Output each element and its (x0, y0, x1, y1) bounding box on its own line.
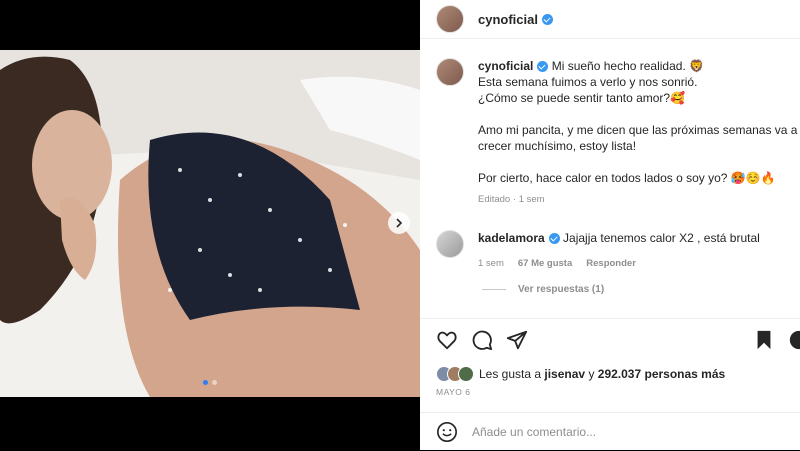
comment-username[interactable]: kadelamora (478, 231, 545, 245)
post-sidebar: cynoficial cynoficial Mi sueño hecho rea… (420, 0, 800, 450)
edited-time[interactable]: 1 sem (519, 194, 545, 205)
edited-label: Editado (478, 194, 511, 205)
caption-line: Amo mi pancita, y me dicen que las próxi… (478, 123, 798, 137)
comment-icon[interactable] (471, 329, 493, 351)
reply-button[interactable]: Responder (586, 256, 636, 272)
comment-text: Jajajja tenemos calor X2 , está brutal (563, 231, 760, 245)
caption-line: crecer muchísimo, estoy lista! (478, 139, 637, 153)
likes-count[interactable]: 292.037 personas más (598, 367, 725, 381)
post-date[interactable]: MAYO 6 (436, 387, 471, 397)
emoji-icon[interactable] (436, 421, 458, 443)
likes-prefix: Les gusta a (479, 367, 542, 381)
carousel-dots (0, 380, 420, 385)
more-icon[interactable] (788, 329, 800, 351)
likes-user[interactable]: jisenav (544, 367, 585, 381)
next-photo-button[interactable] (388, 212, 410, 234)
verified-icon (548, 233, 560, 245)
chevron-right-icon (396, 218, 403, 228)
verified-icon (541, 13, 553, 25)
likes-summary: Les gusta a jisenav y 292.037 personas m… (436, 366, 725, 382)
carousel-dot-active (203, 380, 208, 385)
caption-avatar[interactable] (436, 58, 464, 86)
likes-conj: y (588, 367, 595, 381)
caption-username[interactable]: cynoficial (478, 59, 533, 73)
view-replies-label: Ver respuestas (1) (518, 284, 605, 295)
comment-likes[interactable]: 67 Me gusta (518, 256, 572, 272)
caption-line: Esta semana fuimos a verlo y nos sonrió. (478, 75, 698, 89)
post-header: cynoficial (420, 0, 800, 39)
avatar[interactable] (436, 5, 464, 33)
view-replies-button[interactable]: Ver respuestas (1) (482, 284, 604, 295)
caption-meta: Editado · 1 sem (478, 194, 545, 205)
media-pane (0, 0, 420, 450)
carousel-dot (212, 380, 217, 385)
comment-avatar[interactable] (436, 230, 464, 258)
caption: cynoficial Mi sueño hecho realidad. 🦁 Es… (436, 58, 800, 208)
share-icon[interactable] (506, 329, 528, 351)
replies-divider (482, 289, 506, 290)
caption-line: ¿Cómo se puede sentir tanto amor?🥰 (478, 91, 686, 105)
comment-time[interactable]: 1 sem (478, 256, 504, 272)
bookmark-icon[interactable] (753, 329, 775, 351)
comment: kadelamora Jajajja tenemos calor X2 , es… (436, 230, 800, 272)
add-comment-bar: Añade un comentario... (420, 412, 800, 451)
post-photo[interactable] (0, 50, 420, 397)
avatar (458, 366, 474, 382)
caption-line: Por cierto, hace calor en todos lados o … (478, 171, 776, 185)
caption-line: Mi sueño hecho realidad. 🦁 (551, 59, 705, 73)
post-photo-image (0, 50, 420, 397)
action-bar (420, 318, 800, 359)
add-comment-input[interactable]: Añade un comentario... (472, 425, 596, 439)
header-username[interactable]: cynoficial (478, 12, 538, 27)
heart-icon[interactable] (436, 329, 458, 351)
verified-icon (537, 61, 549, 73)
